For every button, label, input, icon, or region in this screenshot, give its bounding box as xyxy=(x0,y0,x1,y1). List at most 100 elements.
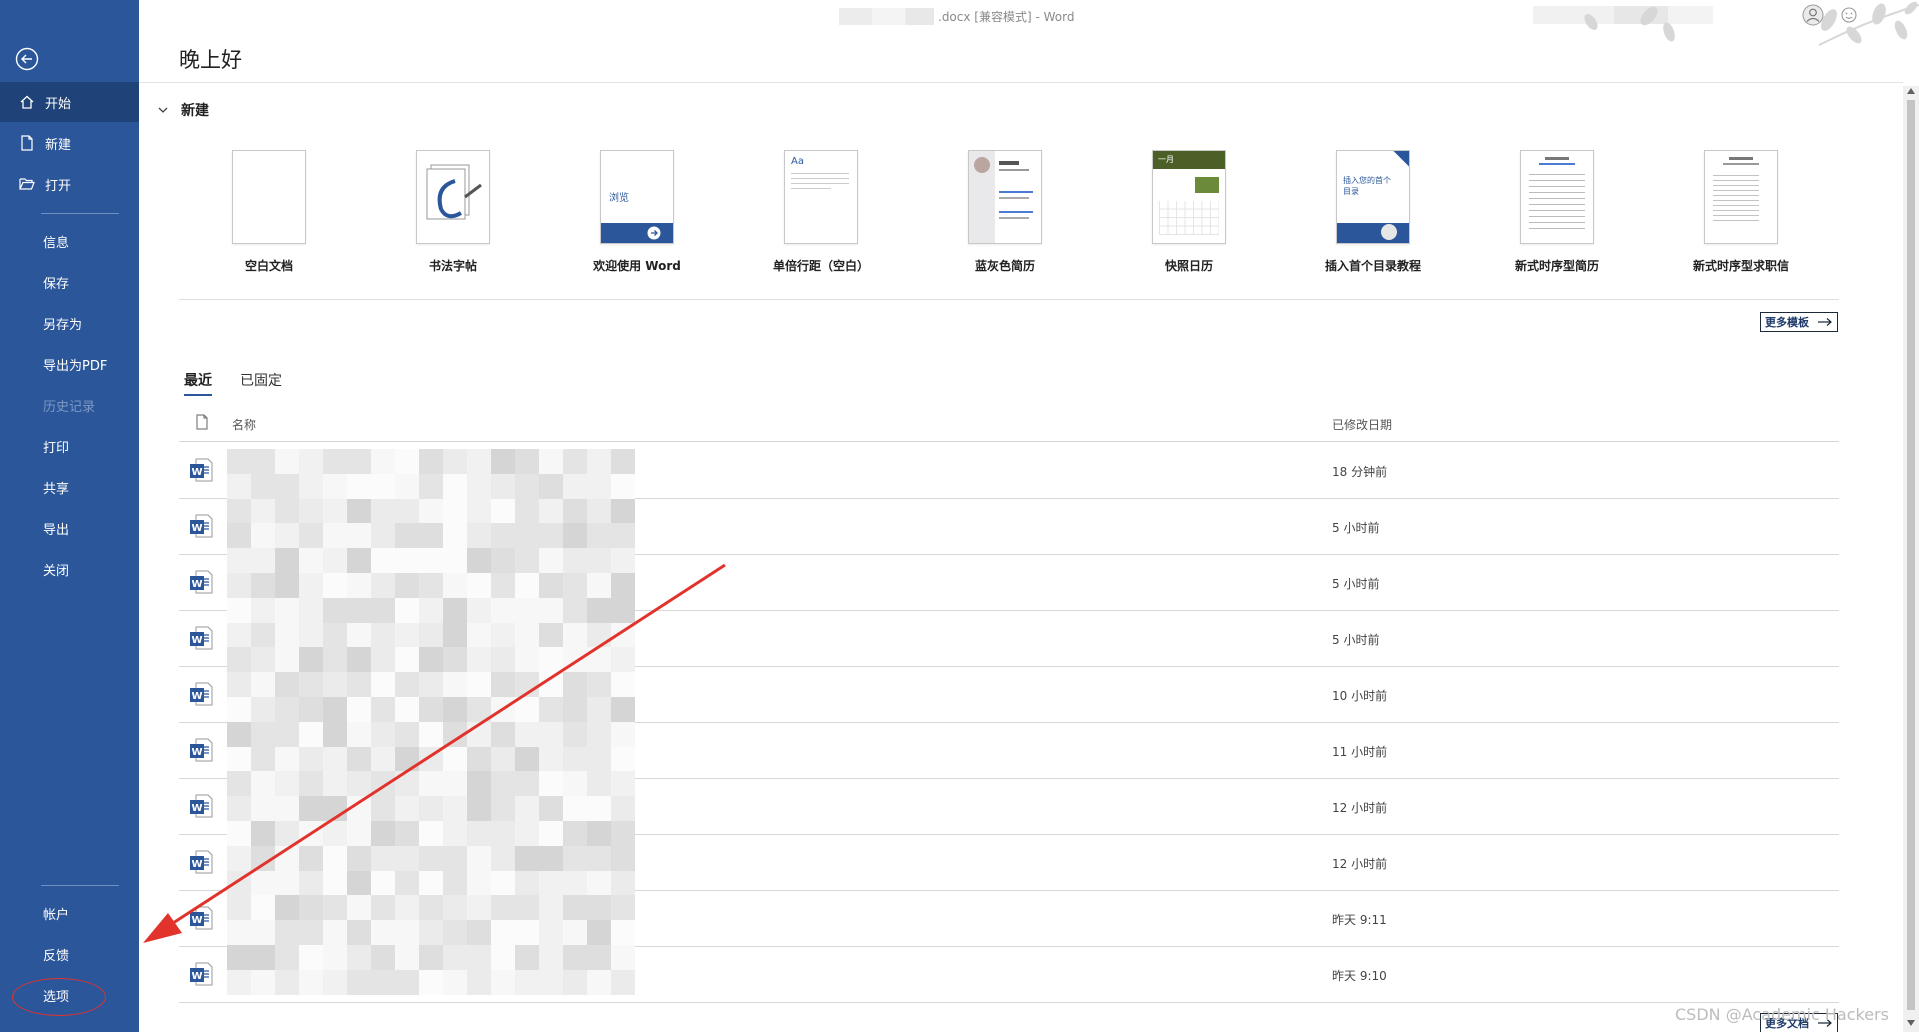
scroll-thumb[interactable] xyxy=(1907,100,1915,1010)
template-modern-chronological-cover-letter[interactable]: 新式时序型求职信 xyxy=(1656,150,1826,274)
sidebar-item-label: 导出为PDF xyxy=(43,358,108,374)
word-document-icon: W xyxy=(187,736,215,764)
scroll-up-arrow-icon[interactable] xyxy=(1907,88,1915,94)
template-name: 蓝灰色简历 xyxy=(974,259,1035,273)
window-title: .docx [兼容模式] - Word xyxy=(938,10,1075,24)
template-name: 空白文档 xyxy=(244,259,293,273)
template-modern-chronological-resume[interactable]: 新式时序型简历 xyxy=(1472,150,1642,274)
new-document-icon xyxy=(17,133,37,153)
template-toc-tutorial[interactable]: 插入您的首个目录 插入首个目录教程 xyxy=(1288,150,1458,274)
open-folder-icon xyxy=(17,174,37,194)
tab-pinned[interactable]: 已固定 xyxy=(240,370,282,390)
section-title: 新建 xyxy=(181,103,209,119)
word-document-icon: W xyxy=(187,792,215,820)
sidebar-item-label: 反馈 xyxy=(43,948,70,964)
tab-recent[interactable]: 最近 xyxy=(184,370,212,396)
vertical-scrollbar[interactable] xyxy=(1903,86,1919,1032)
sidebar-item-label: 另存为 xyxy=(43,317,83,333)
modified-date: 昨天 9:11 xyxy=(1332,913,1387,927)
sidebar-item-export-pdf[interactable]: 导出为PDF xyxy=(0,344,139,384)
page-title: 晚上好 xyxy=(179,48,242,72)
back-arrow-icon[interactable] xyxy=(13,45,41,73)
new-section-header[interactable]: 新建 xyxy=(157,100,209,120)
word-document-icon: W xyxy=(187,904,215,932)
sidebar-item-save-as[interactable]: 另存为 xyxy=(0,303,139,343)
sidebar-item-options[interactable]: 选项 xyxy=(0,975,139,1015)
scroll-down-arrow-icon[interactable] xyxy=(1907,1020,1915,1026)
backstage-sidebar: 开始 新建 打开 信息 保存 另存为 导出为PDF 历史记录 打印 共享 导出 … xyxy=(0,0,139,1032)
modified-date: 12 小时前 xyxy=(1332,857,1388,871)
word-document-icon: W xyxy=(187,512,215,540)
template-calligraphy[interactable]: 书法字帖 xyxy=(368,150,538,274)
svg-text:W: W xyxy=(191,523,202,534)
template-name: 单倍行距（空白） xyxy=(772,259,869,273)
modified-date: 5 小时前 xyxy=(1332,633,1380,647)
sidebar-item-label: 开始 xyxy=(45,96,72,112)
template-single-spaced[interactable]: Aa 单倍行距（空白） xyxy=(736,150,906,274)
redacted-filename xyxy=(839,8,934,25)
header-divider xyxy=(139,82,1903,83)
sidebar-item-open[interactable]: 打开 xyxy=(0,164,139,204)
thumb-text: Aa xyxy=(791,156,804,167)
arrow-right-icon xyxy=(1818,318,1832,326)
template-snapshot-calendar[interactable]: 一月 快照日历 xyxy=(1104,150,1274,274)
sidebar-item-history: 历史记录 xyxy=(0,385,139,425)
template-thumbnail: Aa xyxy=(784,150,858,244)
svg-text:W: W xyxy=(191,635,202,646)
redacted-filenames-mosaic xyxy=(227,449,635,995)
word-document-icon: W xyxy=(187,960,215,988)
more-templates-label: 更多模板 xyxy=(1765,316,1809,329)
sidebar-item-label: 关闭 xyxy=(43,563,70,579)
modified-date: 18 分钟前 xyxy=(1332,465,1388,479)
sidebar-item-label: 保存 xyxy=(43,276,70,292)
modified-date: 5 小时前 xyxy=(1332,577,1380,591)
title-bar: .docx [兼容模式] - Word xyxy=(139,0,1919,46)
file-icon xyxy=(196,414,208,430)
template-thumbnail: 插入您的首个目录 xyxy=(1336,150,1410,244)
thumb-text: 插入您的首个目录 xyxy=(1343,176,1391,196)
modified-date: 昨天 9:10 xyxy=(1332,969,1387,983)
template-name: 插入首个目录教程 xyxy=(1324,259,1421,273)
column-header-name[interactable]: 名称 xyxy=(232,416,256,433)
svg-text:W: W xyxy=(191,579,202,590)
sidebar-item-info[interactable]: 信息 xyxy=(0,221,139,261)
word-document-icon: W xyxy=(187,568,215,596)
sidebar-item-close[interactable]: 关闭 xyxy=(0,549,139,589)
template-thumbnail xyxy=(1520,150,1594,244)
sidebar-item-label: 历史记录 xyxy=(43,399,96,415)
template-welcome-word[interactable]: 浏览 欢迎使用 Word xyxy=(552,150,722,274)
watermark: CSDN @Academic Hackers xyxy=(1675,1005,1889,1024)
sidebar-item-label: 导出 xyxy=(43,522,70,538)
sidebar-item-label: 选项 xyxy=(43,989,70,1005)
sidebar-item-label: 帐户 xyxy=(43,907,70,923)
more-templates-link[interactable]: 更多模板 xyxy=(1760,312,1838,332)
svg-text:W: W xyxy=(191,915,202,926)
word-document-icon: W xyxy=(187,848,215,876)
sidebar-item-account[interactable]: 帐户 xyxy=(0,893,139,933)
sidebar-item-feedback[interactable]: 反馈 xyxy=(0,934,139,974)
chevron-down-icon xyxy=(158,107,168,113)
annotation-arrow-head xyxy=(143,913,182,943)
svg-text:W: W xyxy=(191,803,202,814)
template-blue-grey-resume[interactable]: 蓝灰色简历 xyxy=(920,150,1090,274)
word-document-icon: W xyxy=(187,456,215,484)
sidebar-item-home[interactable]: 开始 xyxy=(0,82,139,122)
sidebar-item-new[interactable]: 新建 xyxy=(0,123,139,163)
svg-text:W: W xyxy=(191,971,202,982)
word-document-icon: W xyxy=(187,624,215,652)
sidebar-item-save[interactable]: 保存 xyxy=(0,262,139,302)
templates-divider xyxy=(179,299,1839,300)
thumb-text: 浏览 xyxy=(609,193,629,204)
sidebar-item-print[interactable]: 打印 xyxy=(0,426,139,466)
sidebar-item-label: 新建 xyxy=(45,137,72,153)
word-document-icon: W xyxy=(187,680,215,708)
template-thumbnail xyxy=(416,150,490,244)
template-name: 快照日历 xyxy=(1164,259,1213,273)
template-thumbnail xyxy=(968,150,1042,244)
sidebar-item-share[interactable]: 共享 xyxy=(0,467,139,507)
column-header-date[interactable]: 已修改日期 xyxy=(1332,416,1392,433)
template-blank-document[interactable]: 空白文档 xyxy=(184,150,354,274)
thumb-text: 一月 xyxy=(1158,155,1174,164)
sidebar-item-export[interactable]: 导出 xyxy=(0,508,139,548)
modified-date: 10 小时前 xyxy=(1332,689,1388,703)
